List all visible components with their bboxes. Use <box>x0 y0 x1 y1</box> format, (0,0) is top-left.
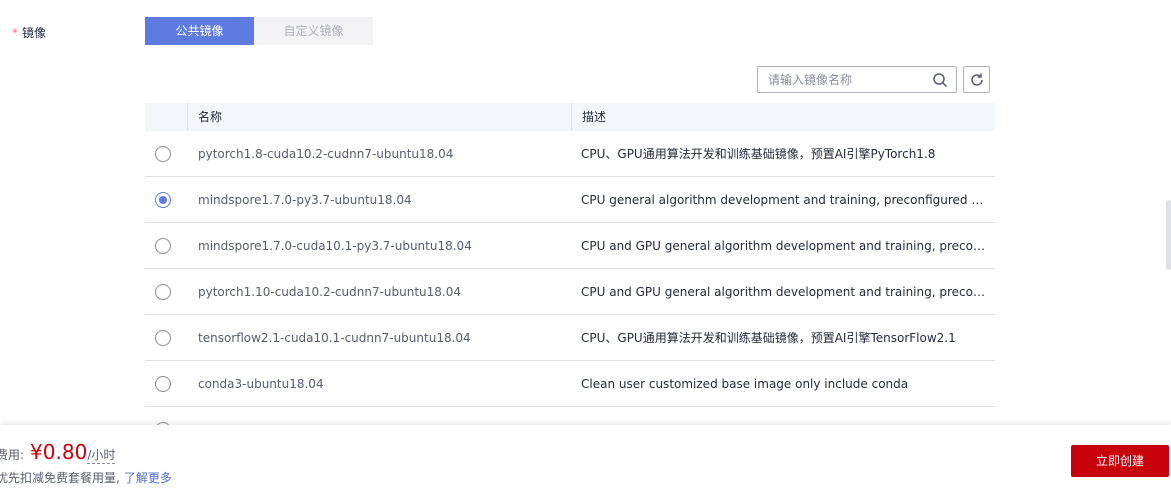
row-radio[interactable] <box>155 376 171 392</box>
image-type-tabs: 公共镜像 自定义镜像 <box>145 17 373 45</box>
row-radio[interactable] <box>155 146 171 162</box>
image-description: CPU、GPU通用算法开发和训练基础镜像，预置AI引擎TensorFlow2.1 <box>581 331 956 345</box>
fee-unit[interactable]: /小时 <box>87 446 116 464</box>
tab-public-images[interactable]: 公共镜像 <box>145 17 254 45</box>
image-name: mindspore1.7.0-py3.7-ubuntu18.04 <box>198 193 412 207</box>
row-radio[interactable] <box>155 330 171 346</box>
row-radio[interactable] <box>155 238 171 254</box>
table-row[interactable]: pytorch1.10-cuda10.2-cudnn7-ubuntu18.04 … <box>145 269 995 315</box>
table-row[interactable]: tensorflow2.1-cuda10.1-cudnn7-ubuntu18.0… <box>145 315 995 361</box>
table-row[interactable]: mindspore1.7.0-cuda10.1-py3.7-ubuntu18.0… <box>145 223 995 269</box>
refresh-icon <box>971 73 983 86</box>
footer-bar: 费用: ¥0.80 /小时 优先扣减免费套餐用量, 了解更多 立即创建 <box>0 425 1171 493</box>
image-description: CPU general algorithm development and tr… <box>581 193 995 207</box>
image-description: CPU、GPU通用算法开发和训练基础镜像，预置AI引擎PyTorch1.8 <box>581 147 936 161</box>
image-description: CPU and GPU general algorithm developmen… <box>581 285 995 299</box>
search-icon[interactable] <box>932 72 948 88</box>
refresh-button[interactable] <box>963 66 990 93</box>
fee-note-text: 优先扣减免费套餐用量, <box>0 471 120 485</box>
table-row[interactable]: pytorch1.8-cuda10.2-cudnn7-ubuntu18.04 C… <box>145 131 995 177</box>
tab-custom-images[interactable]: 自定义镜像 <box>254 17 373 45</box>
fee-label: 费用: <box>0 448 25 462</box>
table-row[interactable]: mindspore1.7.0-py3.7-ubuntu18.04 CPU gen… <box>145 177 995 223</box>
learn-more-link[interactable]: 了解更多 <box>124 471 172 485</box>
image-name: tensorflow2.1-cuda10.1-cudnn7-ubuntu18.0… <box>198 331 471 345</box>
header-name: 名称 <box>187 103 571 131</box>
fee-line: 费用: ¥0.80 /小时 <box>0 440 116 464</box>
fee-price: ¥0.80 <box>30 440 88 464</box>
image-description: Clean user customized base image only in… <box>581 377 909 391</box>
header-description: 描述 <box>571 103 995 131</box>
create-now-button[interactable]: 立即创建 <box>1071 445 1169 477</box>
image-label: 镜像 <box>22 26 47 40</box>
table-header: 名称 描述 <box>145 103 995 131</box>
image-description: CPU and GPU general algorithm developmen… <box>581 239 995 253</box>
image-name: pytorch1.10-cuda10.2-cudnn7-ubuntu18.04 <box>198 285 462 299</box>
image-table: 名称 描述 pytorch1.8-cuda10.2-cudnn7-ubuntu1… <box>145 103 995 453</box>
image-name: mindspore1.7.0-cuda10.1-py3.7-ubuntu18.0… <box>198 239 472 253</box>
required-mark: * <box>12 26 18 40</box>
header-select-cell <box>145 103 187 131</box>
row-radio[interactable] <box>155 192 171 208</box>
table-row[interactable]: conda3-ubuntu18.04 Clean user customized… <box>145 361 995 407</box>
image-name: pytorch1.8-cuda10.2-cudnn7-ubuntu18.04 <box>198 147 454 161</box>
search-box <box>757 66 957 93</box>
row-radio[interactable] <box>155 284 171 300</box>
page-scrollbar[interactable] <box>1166 200 1171 270</box>
fee-note: 优先扣减免费套餐用量, 了解更多 <box>0 469 172 486</box>
image-name: conda3-ubuntu18.04 <box>198 377 324 391</box>
search-input[interactable] <box>758 67 923 92</box>
image-field-label: * 镜像 <box>12 24 46 41</box>
